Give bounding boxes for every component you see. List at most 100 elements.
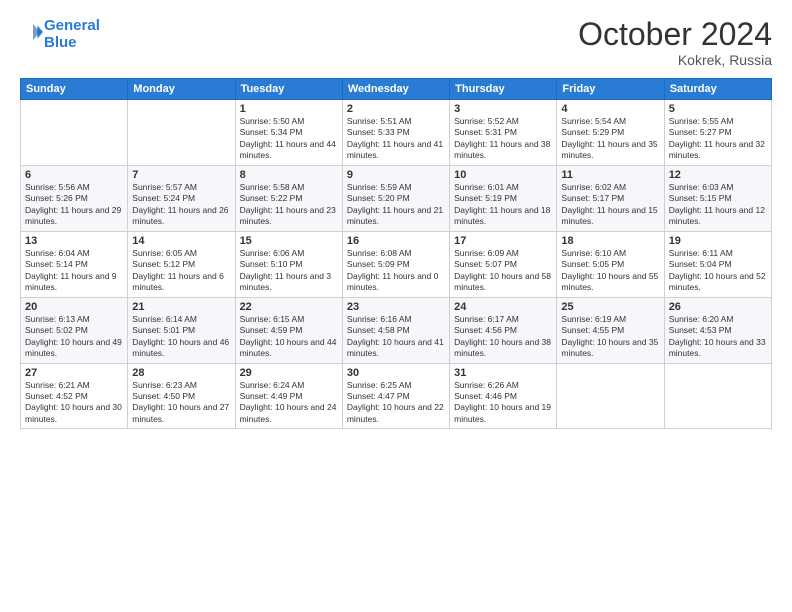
- day-number: 16: [347, 235, 445, 247]
- calendar-week-row: 13Sunrise: 6:04 AMSunset: 5:14 PMDayligh…: [21, 231, 772, 297]
- day-number: 29: [240, 367, 338, 379]
- calendar-cell: 5Sunrise: 5:55 AMSunset: 5:27 PMDaylight…: [664, 100, 771, 166]
- calendar-cell: 26Sunrise: 6:20 AMSunset: 4:53 PMDayligh…: [664, 297, 771, 363]
- calendar-cell: 24Sunrise: 6:17 AMSunset: 4:56 PMDayligh…: [450, 297, 557, 363]
- logo-icon: [22, 21, 44, 43]
- calendar-cell: 1Sunrise: 5:50 AMSunset: 5:34 PMDaylight…: [235, 100, 342, 166]
- calendar-cell: 25Sunrise: 6:19 AMSunset: 4:55 PMDayligh…: [557, 297, 664, 363]
- day-info: Sunrise: 6:19 AMSunset: 4:55 PMDaylight:…: [561, 314, 659, 360]
- calendar-week-row: 27Sunrise: 6:21 AMSunset: 4:52 PMDayligh…: [21, 363, 772, 429]
- day-number: 26: [669, 301, 767, 313]
- day-info: Sunrise: 6:08 AMSunset: 5:09 PMDaylight:…: [347, 248, 445, 294]
- day-number: 28: [132, 367, 230, 379]
- day-number: 4: [561, 103, 659, 115]
- day-info: Sunrise: 6:21 AMSunset: 4:52 PMDaylight:…: [25, 380, 123, 426]
- location: Kokrek, Russia: [578, 52, 772, 68]
- day-info: Sunrise: 6:10 AMSunset: 5:05 PMDaylight:…: [561, 248, 659, 294]
- day-number: 1: [240, 103, 338, 115]
- calendar-cell: [557, 363, 664, 429]
- calendar-header-saturday: Saturday: [664, 79, 771, 100]
- day-info: Sunrise: 6:06 AMSunset: 5:10 PMDaylight:…: [240, 248, 338, 294]
- calendar-cell: 14Sunrise: 6:05 AMSunset: 5:12 PMDayligh…: [128, 231, 235, 297]
- day-number: 23: [347, 301, 445, 313]
- day-info: Sunrise: 6:24 AMSunset: 4:49 PMDaylight:…: [240, 380, 338, 426]
- day-info: Sunrise: 6:25 AMSunset: 4:47 PMDaylight:…: [347, 380, 445, 426]
- calendar-header-wednesday: Wednesday: [342, 79, 449, 100]
- month-title: October 2024: [578, 18, 772, 50]
- calendar-header-row: SundayMondayTuesdayWednesdayThursdayFrid…: [21, 79, 772, 100]
- calendar-cell: 19Sunrise: 6:11 AMSunset: 5:04 PMDayligh…: [664, 231, 771, 297]
- calendar-week-row: 6Sunrise: 5:56 AMSunset: 5:26 PMDaylight…: [21, 165, 772, 231]
- calendar-cell: 9Sunrise: 5:59 AMSunset: 5:20 PMDaylight…: [342, 165, 449, 231]
- calendar-cell: 31Sunrise: 6:26 AMSunset: 4:46 PMDayligh…: [450, 363, 557, 429]
- day-number: 13: [25, 235, 123, 247]
- calendar-cell: [128, 100, 235, 166]
- calendar-cell: 30Sunrise: 6:25 AMSunset: 4:47 PMDayligh…: [342, 363, 449, 429]
- day-number: 10: [454, 169, 552, 181]
- day-number: 2: [347, 103, 445, 115]
- calendar-cell: 11Sunrise: 6:02 AMSunset: 5:17 PMDayligh…: [557, 165, 664, 231]
- day-number: 31: [454, 367, 552, 379]
- calendar-header-friday: Friday: [557, 79, 664, 100]
- day-number: 27: [25, 367, 123, 379]
- day-info: Sunrise: 6:03 AMSunset: 5:15 PMDaylight:…: [669, 182, 767, 228]
- calendar-cell: 6Sunrise: 5:56 AMSunset: 5:26 PMDaylight…: [21, 165, 128, 231]
- day-number: 7: [132, 169, 230, 181]
- day-info: Sunrise: 6:23 AMSunset: 4:50 PMDaylight:…: [132, 380, 230, 426]
- day-info: Sunrise: 5:57 AMSunset: 5:24 PMDaylight:…: [132, 182, 230, 228]
- day-info: Sunrise: 5:52 AMSunset: 5:31 PMDaylight:…: [454, 116, 552, 162]
- day-info: Sunrise: 6:13 AMSunset: 5:02 PMDaylight:…: [25, 314, 123, 360]
- page: General Blue October 2024 Kokrek, Russia…: [0, 0, 792, 612]
- day-info: Sunrise: 5:56 AMSunset: 5:26 PMDaylight:…: [25, 182, 123, 228]
- day-info: Sunrise: 5:50 AMSunset: 5:34 PMDaylight:…: [240, 116, 338, 162]
- day-number: 20: [25, 301, 123, 313]
- calendar-header-tuesday: Tuesday: [235, 79, 342, 100]
- day-number: 12: [669, 169, 767, 181]
- day-number: 22: [240, 301, 338, 313]
- calendar-cell: 3Sunrise: 5:52 AMSunset: 5:31 PMDaylight…: [450, 100, 557, 166]
- day-info: Sunrise: 6:26 AMSunset: 4:46 PMDaylight:…: [454, 380, 552, 426]
- calendar-cell: 17Sunrise: 6:09 AMSunset: 5:07 PMDayligh…: [450, 231, 557, 297]
- calendar-cell: 13Sunrise: 6:04 AMSunset: 5:14 PMDayligh…: [21, 231, 128, 297]
- day-info: Sunrise: 6:17 AMSunset: 4:56 PMDaylight:…: [454, 314, 552, 360]
- day-number: 25: [561, 301, 659, 313]
- day-number: 30: [347, 367, 445, 379]
- day-number: 24: [454, 301, 552, 313]
- day-info: Sunrise: 6:02 AMSunset: 5:17 PMDaylight:…: [561, 182, 659, 228]
- day-number: 6: [25, 169, 123, 181]
- day-number: 9: [347, 169, 445, 181]
- calendar-cell: 22Sunrise: 6:15 AMSunset: 4:59 PMDayligh…: [235, 297, 342, 363]
- day-info: Sunrise: 6:05 AMSunset: 5:12 PMDaylight:…: [132, 248, 230, 294]
- day-number: 5: [669, 103, 767, 115]
- day-number: 8: [240, 169, 338, 181]
- day-number: 14: [132, 235, 230, 247]
- page-header: General Blue October 2024 Kokrek, Russia: [20, 18, 772, 68]
- calendar-cell: 4Sunrise: 5:54 AMSunset: 5:29 PMDaylight…: [557, 100, 664, 166]
- calendar-cell: 10Sunrise: 6:01 AMSunset: 5:19 PMDayligh…: [450, 165, 557, 231]
- calendar-header-sunday: Sunday: [21, 79, 128, 100]
- calendar-cell: [664, 363, 771, 429]
- calendar-cell: 12Sunrise: 6:03 AMSunset: 5:15 PMDayligh…: [664, 165, 771, 231]
- day-number: 17: [454, 235, 552, 247]
- calendar-cell: 8Sunrise: 5:58 AMSunset: 5:22 PMDaylight…: [235, 165, 342, 231]
- calendar-cell: 20Sunrise: 6:13 AMSunset: 5:02 PMDayligh…: [21, 297, 128, 363]
- calendar-cell: 16Sunrise: 6:08 AMSunset: 5:09 PMDayligh…: [342, 231, 449, 297]
- day-info: Sunrise: 6:01 AMSunset: 5:19 PMDaylight:…: [454, 182, 552, 228]
- day-info: Sunrise: 6:20 AMSunset: 4:53 PMDaylight:…: [669, 314, 767, 360]
- logo-text: General Blue: [44, 18, 100, 51]
- calendar-cell: 23Sunrise: 6:16 AMSunset: 4:58 PMDayligh…: [342, 297, 449, 363]
- calendar-week-row: 1Sunrise: 5:50 AMSunset: 5:34 PMDaylight…: [21, 100, 772, 166]
- calendar-cell: 2Sunrise: 5:51 AMSunset: 5:33 PMDaylight…: [342, 100, 449, 166]
- calendar-header-monday: Monday: [128, 79, 235, 100]
- day-info: Sunrise: 6:15 AMSunset: 4:59 PMDaylight:…: [240, 314, 338, 360]
- day-info: Sunrise: 6:09 AMSunset: 5:07 PMDaylight:…: [454, 248, 552, 294]
- calendar-cell: 29Sunrise: 6:24 AMSunset: 4:49 PMDayligh…: [235, 363, 342, 429]
- day-number: 19: [669, 235, 767, 247]
- calendar: SundayMondayTuesdayWednesdayThursdayFrid…: [20, 78, 772, 429]
- calendar-cell: 21Sunrise: 6:14 AMSunset: 5:01 PMDayligh…: [128, 297, 235, 363]
- calendar-week-row: 20Sunrise: 6:13 AMSunset: 5:02 PMDayligh…: [21, 297, 772, 363]
- calendar-cell: 7Sunrise: 5:57 AMSunset: 5:24 PMDaylight…: [128, 165, 235, 231]
- day-info: Sunrise: 5:59 AMSunset: 5:20 PMDaylight:…: [347, 182, 445, 228]
- day-number: 18: [561, 235, 659, 247]
- day-number: 3: [454, 103, 552, 115]
